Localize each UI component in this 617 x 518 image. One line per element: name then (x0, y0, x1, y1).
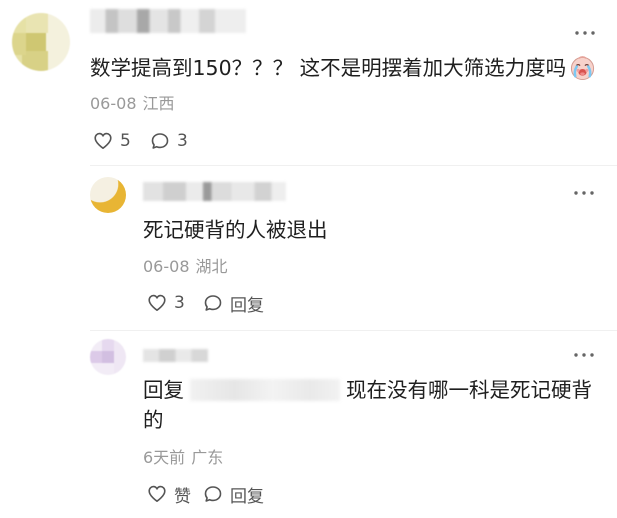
heart-icon (147, 484, 167, 504)
reply-location: 湖北 (195, 257, 228, 276)
comment-time: 06-08 (90, 94, 137, 113)
more-options-icon[interactable] (574, 30, 596, 36)
username-redacted[interactable] (90, 9, 246, 33)
comment-text-content: 数学提高到150？？？ 这不是明摆着加大筛选力度吗 (90, 56, 567, 80)
avatar[interactable] (12, 13, 70, 71)
comment-text: 数学提高到150？？？ 这不是明摆着加大筛选力度吗 (90, 53, 610, 83)
more-options-icon[interactable] (573, 190, 595, 196)
avatar[interactable] (90, 339, 126, 375)
reply-button[interactable]: 3 (150, 130, 188, 152)
comment-meta: 06-08 江西 (90, 93, 175, 115)
like-button[interactable]: 赞 (147, 483, 191, 507)
reply-count: 3 (177, 131, 188, 151)
like-button[interactable]: 5 (93, 130, 131, 152)
reply-time: 6天前 (143, 448, 186, 467)
reply-text: 回复 现在没有哪一科是死记硬背的 (143, 375, 603, 435)
comment-bubble-icon (203, 293, 223, 313)
like-count: 5 (120, 131, 131, 151)
divider (90, 330, 617, 331)
reply-button[interactable]: 回复 (203, 483, 264, 507)
username-redacted[interactable] (143, 349, 208, 362)
comment-bubble-icon (203, 484, 223, 504)
reply-button[interactable]: 回复 (203, 292, 264, 316)
heart-icon (93, 131, 113, 151)
mentioned-username-redacted[interactable] (190, 379, 340, 401)
reply-prefix: 回复 (143, 378, 184, 402)
reply-label: 回复 (230, 486, 264, 507)
comment-location: 江西 (142, 94, 175, 113)
avatar[interactable] (90, 177, 126, 213)
like-label: 赞 (174, 486, 191, 507)
reply-text: 死记硬背的人被退出 (143, 218, 328, 242)
crying-face-emoji-icon (569, 54, 596, 81)
reply-time: 06-08 (143, 257, 190, 276)
comment-thread: 数学提高到150？？？ 这不是明摆着加大筛选力度吗 06-08 江西 5 3 死… (0, 0, 617, 518)
reply-label: 回复 (230, 295, 264, 316)
comment-bubble-icon (150, 131, 170, 151)
heart-icon (147, 293, 167, 313)
reply-meta: 6天前 广东 (143, 447, 223, 469)
username-redacted[interactable] (143, 182, 286, 201)
more-options-icon[interactable] (573, 352, 595, 358)
divider (90, 165, 617, 166)
reply-meta: 06-08 湖北 (143, 256, 228, 278)
reply-location: 广东 (191, 448, 224, 467)
like-button[interactable]: 3 (147, 292, 185, 314)
like-label: 3 (174, 293, 185, 313)
